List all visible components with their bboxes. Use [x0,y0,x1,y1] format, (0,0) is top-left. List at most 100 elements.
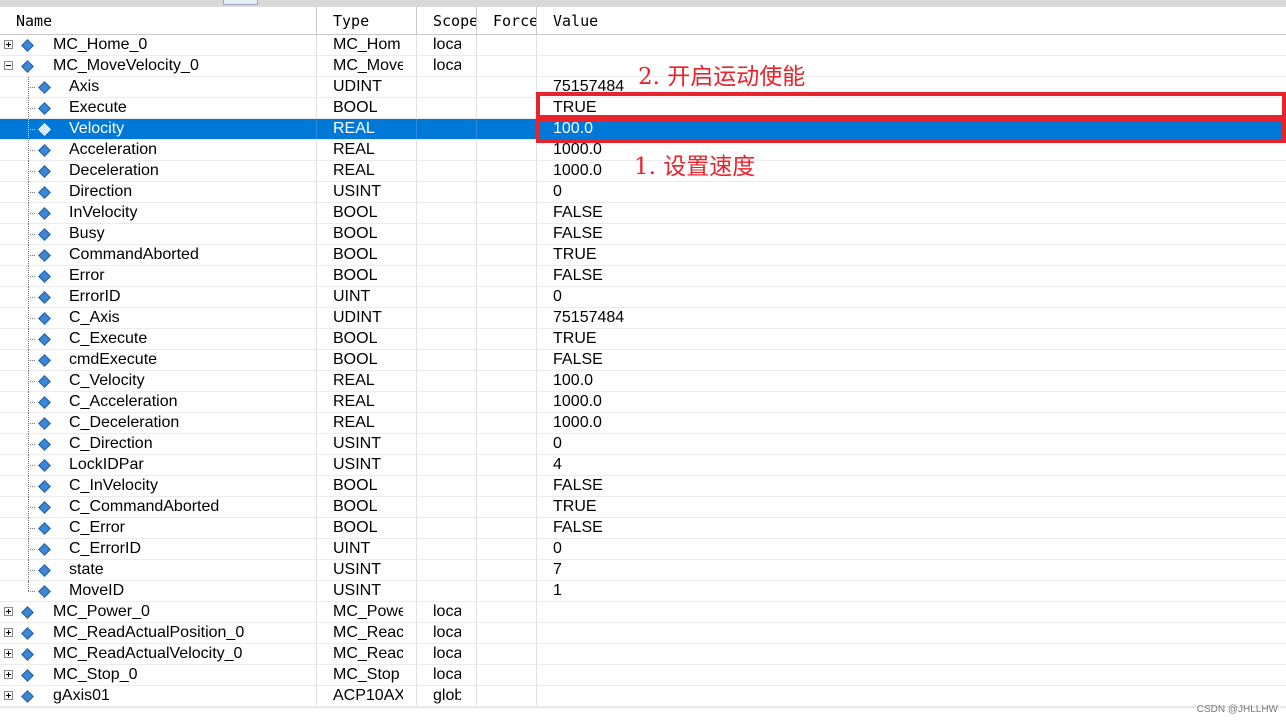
value-cell[interactable]: 1000.0 [553,413,853,434]
name-cell: C_Execute [0,329,316,350]
value-cell[interactable]: FALSE [553,350,853,371]
table-row[interactable]: Error BOOL FALSE [0,266,1286,287]
column-divider [416,98,417,118]
table-row[interactable]: MC_Home_0 MC_Hom loca [0,35,1286,56]
table-row[interactable]: MC_ReadActualVelocity_0 MC_Reac loca [0,644,1286,665]
table-row[interactable]: C_CommandAborted BOOL TRUE [0,497,1286,518]
value-cell[interactable]: FALSE [553,518,853,539]
value-cell[interactable]: FALSE [553,224,853,245]
column-divider [316,497,317,517]
value-cell[interactable] [553,35,853,56]
value-cell[interactable] [553,623,853,644]
scope-cell [433,308,461,329]
column-header-force[interactable]: Force [477,7,537,34]
value-cell[interactable]: FALSE [553,203,853,224]
column-divider [416,623,417,643]
name-cell: C_Acceleration [0,392,316,413]
scope-cell [433,497,461,518]
column-divider [316,56,317,76]
value-cell[interactable]: 100.0 [553,119,853,140]
table-row[interactable]: MC_Stop_0 MC_Stop loca [0,665,1286,686]
value-cell[interactable]: 0 [553,182,853,203]
table-row[interactable]: state USINT 7 [0,560,1286,581]
expand-icon[interactable] [4,691,13,700]
table-row[interactable]: C_Execute BOOL TRUE [0,329,1286,350]
variable-name: Velocity [69,120,125,137]
table-row[interactable]: ErrorID UINT 0 [0,287,1286,308]
column-divider [536,371,537,391]
column-divider [316,539,317,559]
table-row[interactable]: C_InVelocity BOOL FALSE [0,476,1286,497]
table-row[interactable]: MoveID USINT 1 [0,581,1286,602]
table-row[interactable]: C_Error BOOL FALSE [0,518,1286,539]
collapse-icon[interactable] [4,61,13,70]
column-divider [316,350,317,370]
column-header-value[interactable]: Value [537,7,1286,34]
table-row[interactable]: C_Deceleration REAL 1000.0 [0,413,1286,434]
scope-cell [433,329,461,350]
value-cell[interactable]: TRUE [553,245,853,266]
scope-cell [433,581,461,602]
scope-cell [433,140,461,161]
table-row[interactable]: C_Acceleration REAL 1000.0 [0,392,1286,413]
value-cell[interactable]: 1000.0 [553,392,853,413]
value-cell[interactable]: 0 [553,287,853,308]
value-cell[interactable]: FALSE [553,476,853,497]
table-row[interactable]: Execute BOOL TRUE [0,98,1286,119]
value-cell[interactable]: TRUE [553,497,853,518]
value-cell[interactable] [553,686,853,707]
column-divider [536,623,537,643]
column-divider [316,686,317,706]
value-cell[interactable] [553,644,853,665]
variable-icon [38,312,51,325]
expand-icon[interactable] [4,628,13,637]
table-row[interactable]: cmdExecute BOOL FALSE [0,350,1286,371]
table-row[interactable]: Busy BOOL FALSE [0,224,1286,245]
column-divider [476,98,477,118]
variable-icon [21,627,34,640]
value-cell[interactable]: TRUE [553,329,853,350]
column-divider [416,539,417,559]
top-tab[interactable] [223,0,258,5]
value-cell[interactable]: 0 [553,539,853,560]
expand-icon[interactable] [4,670,13,679]
table-row[interactable]: InVelocity BOOL FALSE [0,203,1286,224]
table-row[interactable]: Direction USINT 0 [0,182,1286,203]
value-cell[interactable] [553,665,853,686]
name-cell: MoveID [0,581,316,602]
value-cell[interactable]: 100.0 [553,371,853,392]
value-cell[interactable]: 7 [553,560,853,581]
type-cell: UDINT [333,78,382,95]
type-cell: MC_Stop [333,666,400,683]
table-row[interactable]: C_ErrorID UINT 0 [0,539,1286,560]
table-row[interactable]: MC_Power_0 MC_Powe loca [0,602,1286,623]
value-cell[interactable]: 4 [553,455,853,476]
value-cell[interactable]: 0 [553,434,853,455]
table-row[interactable]: C_Velocity REAL 100.0 [0,371,1286,392]
expand-icon[interactable] [4,40,13,49]
table-row[interactable]: LockIDPar USINT 4 [0,455,1286,476]
column-header-name[interactable]: Name [0,7,317,34]
value-cell[interactable]: TRUE [553,98,853,119]
column-divider [536,413,537,433]
table-row[interactable]: CommandAborted BOOL TRUE [0,245,1286,266]
table-row[interactable]: C_Axis UDINT 75157484 [0,308,1286,329]
column-header-scope[interactable]: Scope [417,7,477,34]
variable-name: C_ErrorID [69,540,142,557]
column-divider [476,203,477,223]
value-cell[interactable]: 1 [553,581,853,602]
value-cell[interactable]: 75157484 [553,308,853,329]
value-cell[interactable]: FALSE [553,266,853,287]
column-divider [476,266,477,286]
table-row[interactable]: gAxis01 ACP10AX glob [0,686,1286,707]
variable-icon [38,228,51,241]
table-row[interactable]: C_Direction USINT 0 [0,434,1286,455]
value-cell[interactable] [553,602,853,623]
type-cell: MC_Hom [333,36,401,53]
expand-icon[interactable] [4,607,13,616]
table-row[interactable]: Velocity REAL 100.0 [0,119,1286,140]
column-header-type[interactable]: Type [317,7,417,34]
table-row[interactable]: MC_ReadActualPosition_0 MC_Reac loca [0,623,1286,644]
expand-icon[interactable] [4,649,13,658]
column-divider [476,140,477,160]
